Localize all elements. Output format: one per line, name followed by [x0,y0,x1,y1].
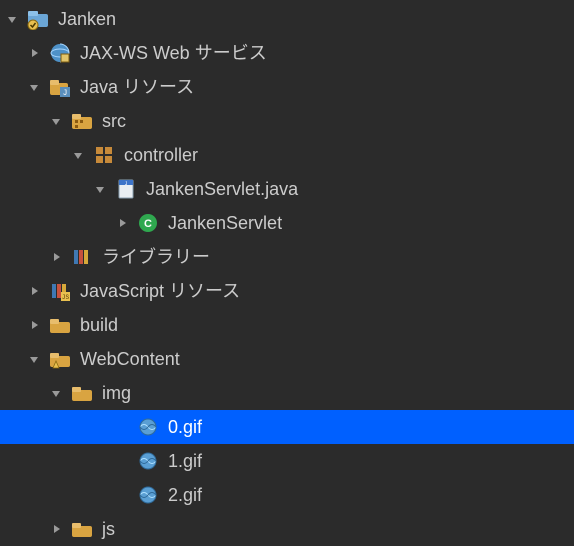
folder-icon [48,313,72,337]
tree-item-label: src [102,112,126,130]
svg-text:JS: JS [62,294,70,301]
java-resources-icon: J [48,75,72,99]
class-icon: C [136,211,160,235]
image-file-icon [136,483,160,507]
tree-item[interactable]: 2.gif [0,478,574,512]
svg-text:J: J [124,181,127,187]
tree-item[interactable]: 0.gif [0,410,574,444]
tree-item-label: 2.gif [168,486,202,504]
tree-item[interactable]: J Java リソース [0,70,574,104]
tree-item-label: controller [124,146,198,164]
tree-item-label: JAX-WS Web サービス [80,44,267,62]
svg-text:C: C [144,218,152,230]
tree-item-label: WebContent [80,350,180,368]
disclosure-triangle-collapsed-icon [70,453,86,469]
tree-item[interactable]: build [0,308,574,342]
tree-item[interactable]: js [0,512,574,546]
disclosure-triangle-expanded-icon[interactable] [26,351,42,367]
disclosure-triangle-expanded-icon[interactable] [4,11,20,27]
tree-item-label: 0.gif [168,418,202,436]
tree-item-label: img [102,384,131,402]
disclosure-triangle-collapsed-icon[interactable] [48,249,64,265]
tree-item-label: build [80,316,118,334]
tree-item[interactable]: 1.gif [0,444,574,478]
disclosure-triangle-collapsed-icon[interactable] [26,317,42,333]
tree-item[interactable]: C JankenServlet [0,206,574,240]
tree-item[interactable]: controller [0,138,574,172]
tree-item-label: Java リソース [80,78,194,96]
tree-item[interactable]: WebContent [0,342,574,376]
disclosure-triangle-collapsed-icon[interactable] [48,521,64,537]
disclosure-triangle-expanded-icon[interactable] [48,385,64,401]
tree-item[interactable]: Janken [0,2,574,36]
web-folder-icon [48,347,72,371]
javascript-resources-icon: JS [48,279,72,303]
tree-item[interactable]: img [0,376,574,410]
svg-text:J: J [63,89,68,98]
disclosure-triangle-expanded-icon[interactable] [48,113,64,129]
disclosure-triangle-collapsed-icon[interactable] [26,45,42,61]
tree-item-label: Janken [58,10,116,28]
source-folder-icon [70,109,94,133]
disclosure-triangle-expanded-icon[interactable] [70,147,86,163]
tree-item-label: JavaScript リソース [80,282,240,300]
tree-item[interactable]: JS JavaScript リソース [0,274,574,308]
project-icon [26,7,50,31]
globe-service-icon [48,41,72,65]
image-file-icon [136,449,160,473]
folder-icon [70,517,94,541]
tree-item-label: ライブラリー [102,248,210,266]
disclosure-triangle-collapsed-icon[interactable] [26,283,42,299]
tree-item[interactable]: ライブラリー [0,240,574,274]
project-explorer-tree: Janken JAX-WS Web サービス J Java リソース src contro… [0,0,574,546]
tree-item[interactable]: JAX-WS Web サービス [0,36,574,70]
library-icon [70,245,94,269]
folder-icon [70,381,94,405]
tree-item-label: JankenServlet.java [146,180,298,198]
disclosure-triangle-collapsed-icon[interactable] [114,215,130,231]
tree-item-label: JankenServlet [168,214,282,232]
tree-item-label: 1.gif [168,452,202,470]
disclosure-triangle-collapsed-icon [70,487,86,503]
tree-item[interactable]: src [0,104,574,138]
disclosure-triangle-expanded-icon[interactable] [26,79,42,95]
disclosure-triangle-expanded-icon[interactable] [92,181,108,197]
tree-item-label: js [102,520,115,538]
disclosure-triangle-collapsed-icon [70,419,86,435]
package-icon [92,143,116,167]
java-file-icon: J [114,177,138,201]
tree-item[interactable]: J JankenServlet.java [0,172,574,206]
image-file-icon [136,415,160,439]
